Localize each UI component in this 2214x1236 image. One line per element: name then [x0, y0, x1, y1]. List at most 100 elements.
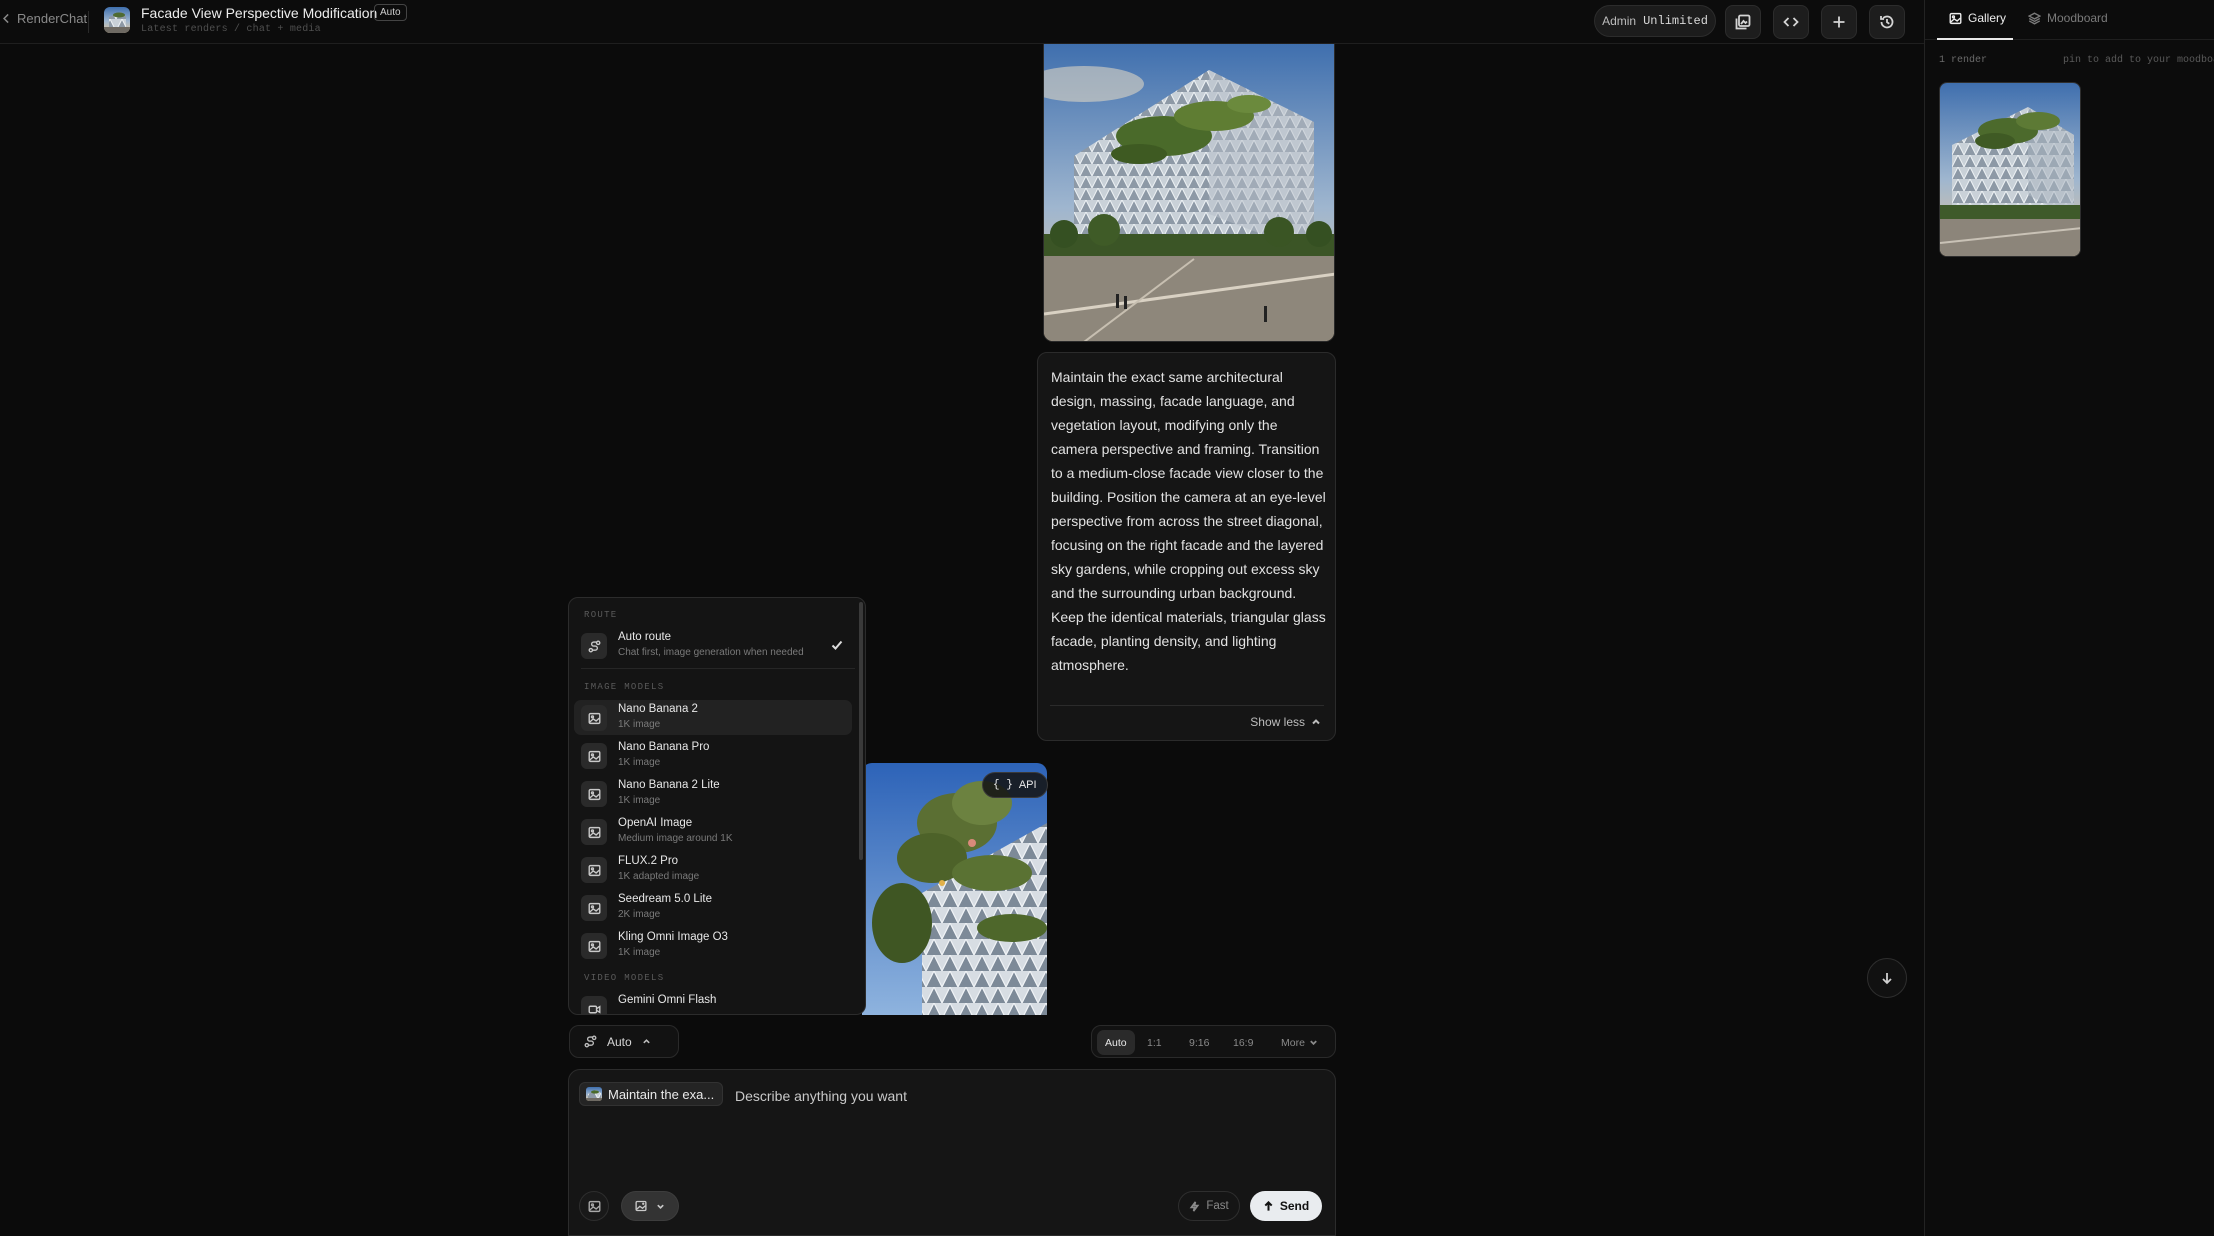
model-item[interactable]: Nano Banana 2 1K image	[574, 700, 852, 735]
route-name: Auto route	[618, 631, 672, 643]
aspect-label: 16:9	[1233, 1036, 1254, 1049]
code-button[interactable]	[1773, 5, 1809, 39]
plus-icon	[1833, 16, 1845, 28]
back-link[interactable]: RenderChat	[0, 11, 87, 26]
model-item[interactable]: Seedream 5.0 Lite 2K image	[574, 890, 852, 925]
video-model-item[interactable]: Gemini Omni Flash	[574, 991, 852, 1014]
model-item[interactable]: Nano Banana Pro 1K image	[574, 738, 852, 773]
show-less-button[interactable]: Show less	[1250, 715, 1321, 729]
chevron-up-icon	[1312, 719, 1320, 725]
new-chat-button[interactable]	[1821, 5, 1857, 39]
send-button[interactable]: Send	[1250, 1191, 1322, 1221]
route-icon	[588, 640, 600, 652]
account-role: Admin	[1602, 14, 1637, 28]
image-icon	[581, 705, 607, 731]
aspect-1-1[interactable]: 1:1	[1139, 1030, 1170, 1055]
video-icon	[581, 996, 607, 1014]
reference-chip[interactable]: Maintain the exa...	[579, 1082, 724, 1106]
aspect-label: Auto	[1105, 1036, 1127, 1049]
image-icon	[581, 781, 607, 807]
model-name: Gemini Omni Flash	[618, 994, 717, 1006]
image-sparkle-icon	[635, 1200, 647, 1212]
model-item[interactable]: FLUX.2 Pro 1K adapted image	[574, 852, 852, 887]
lightning-icon	[1189, 1200, 1200, 1212]
layers-icon	[2028, 11, 2041, 25]
route-selector-button[interactable]: Auto	[569, 1025, 679, 1058]
account-plan: Unlimited	[1643, 14, 1708, 28]
top-bar: RenderChat Facade View Perspective Modif…	[0, 0, 1924, 44]
prompt-text: Maintain the exact same architectural de…	[1051, 369, 1326, 673]
video-models-section-label: VIDEO MODELS	[584, 973, 665, 983]
arrow-up-icon	[1264, 1200, 1273, 1211]
model-name: OpenAI Image	[618, 817, 693, 829]
aspect-16-9[interactable]: 16:9	[1225, 1030, 1261, 1055]
chevron-up-icon	[642, 1039, 650, 1044]
model-dropdown: ROUTE Auto route Chat first, image gener…	[568, 597, 866, 1015]
fast-mode-button[interactable]: Fast	[1178, 1191, 1240, 1221]
pin-hint: pin to add to your moodboard	[2063, 55, 2214, 66]
model-name: FLUX.2 Pro	[618, 855, 679, 867]
model-desc: 1K image	[618, 947, 661, 958]
tab-gallery-label: Gallery	[1968, 11, 2007, 25]
model-desc: Medium image around 1K	[618, 833, 733, 844]
tab-moodboard[interactable]: Moodboard	[2028, 11, 2108, 25]
route-desc: Chat first, image generation when needed	[618, 647, 804, 658]
check-icon	[830, 638, 844, 652]
scroll-to-bottom-button[interactable]	[1867, 958, 1907, 998]
model-name: Nano Banana 2 Lite	[618, 779, 720, 791]
back-label: RenderChat	[17, 11, 88, 26]
fast-label: Fast	[1206, 1200, 1229, 1212]
api-badge[interactable]: { } API	[982, 772, 1048, 798]
copy-image-icon	[1735, 14, 1751, 30]
dropdown-scrollbar[interactable]	[859, 602, 863, 860]
document-subtitle: Latest renders / chat + media	[141, 24, 321, 35]
chevron-down-icon	[657, 1204, 664, 1209]
arrow-down-icon	[1882, 973, 1892, 985]
aspect-label: 9:16	[1189, 1036, 1210, 1049]
render-output-image[interactable]	[1043, 44, 1335, 342]
model-desc: 1K image	[618, 719, 661, 730]
model-desc: 1K image	[618, 757, 661, 768]
right-panel: Gallery Moodboard 1 render pin to add to…	[1924, 0, 2214, 1236]
aspect-auto[interactable]: Auto	[1097, 1030, 1135, 1055]
model-item[interactable]: Nano Banana 2 Lite 1K image	[574, 776, 852, 811]
reference-chip-label: Maintain the exa...	[608, 1086, 715, 1102]
model-name: Kling Omni Image O3	[618, 931, 728, 943]
route-section-label: ROUTE	[584, 610, 618, 620]
tab-moodboard-label: Moodboard	[2047, 11, 2108, 25]
attach-image-button[interactable]	[579, 1191, 609, 1221]
image-icon	[581, 895, 607, 921]
prompt-input[interactable]	[735, 1088, 1295, 1104]
aspect-9-16[interactable]: 9:16	[1181, 1030, 1217, 1055]
image-icon	[581, 933, 607, 959]
aspect-label: 1:1	[1147, 1036, 1162, 1049]
render-count: 1 render	[1939, 55, 1988, 66]
image-icon	[588, 1200, 600, 1212]
image-icon	[581, 857, 607, 883]
route-auto[interactable]: Auto route Chat first, image generation …	[574, 628, 852, 663]
copy-image-button[interactable]	[1725, 5, 1761, 39]
prompt-message: Maintain the exact same architectural de…	[1037, 352, 1336, 741]
tab-gallery[interactable]: Gallery	[1949, 11, 2006, 25]
gallery-render-thumbnail[interactable]	[1939, 82, 2081, 257]
model-desc: 1K image	[618, 795, 661, 806]
divider	[581, 668, 855, 669]
reference-thumbnail	[586, 1087, 602, 1101]
model-name: Seedream 5.0 Lite	[618, 893, 712, 905]
reference-image[interactable]	[862, 763, 1047, 1015]
image-icon	[581, 743, 607, 769]
model-item[interactable]: OpenAI Image Medium image around 1K	[574, 814, 852, 849]
image-icon	[581, 819, 607, 845]
aspect-more-button[interactable]: More	[1273, 1030, 1326, 1055]
account-pill[interactable]: Admin Unlimited	[1594, 5, 1716, 37]
model-name: Nano Banana 2	[618, 703, 698, 715]
history-button[interactable]	[1869, 5, 1905, 39]
chevron-left-icon	[3, 13, 9, 24]
route-badge: Auto	[374, 4, 407, 21]
divider	[1050, 705, 1324, 706]
composer: Maintain the exa... Fast Send	[568, 1069, 1336, 1236]
generation-mode-button[interactable]	[621, 1191, 679, 1221]
chevron-down-icon	[1310, 1040, 1317, 1046]
model-item[interactable]: Kling Omni Image O3 1K image	[574, 928, 852, 963]
active-tab-indicator	[1937, 38, 2013, 40]
